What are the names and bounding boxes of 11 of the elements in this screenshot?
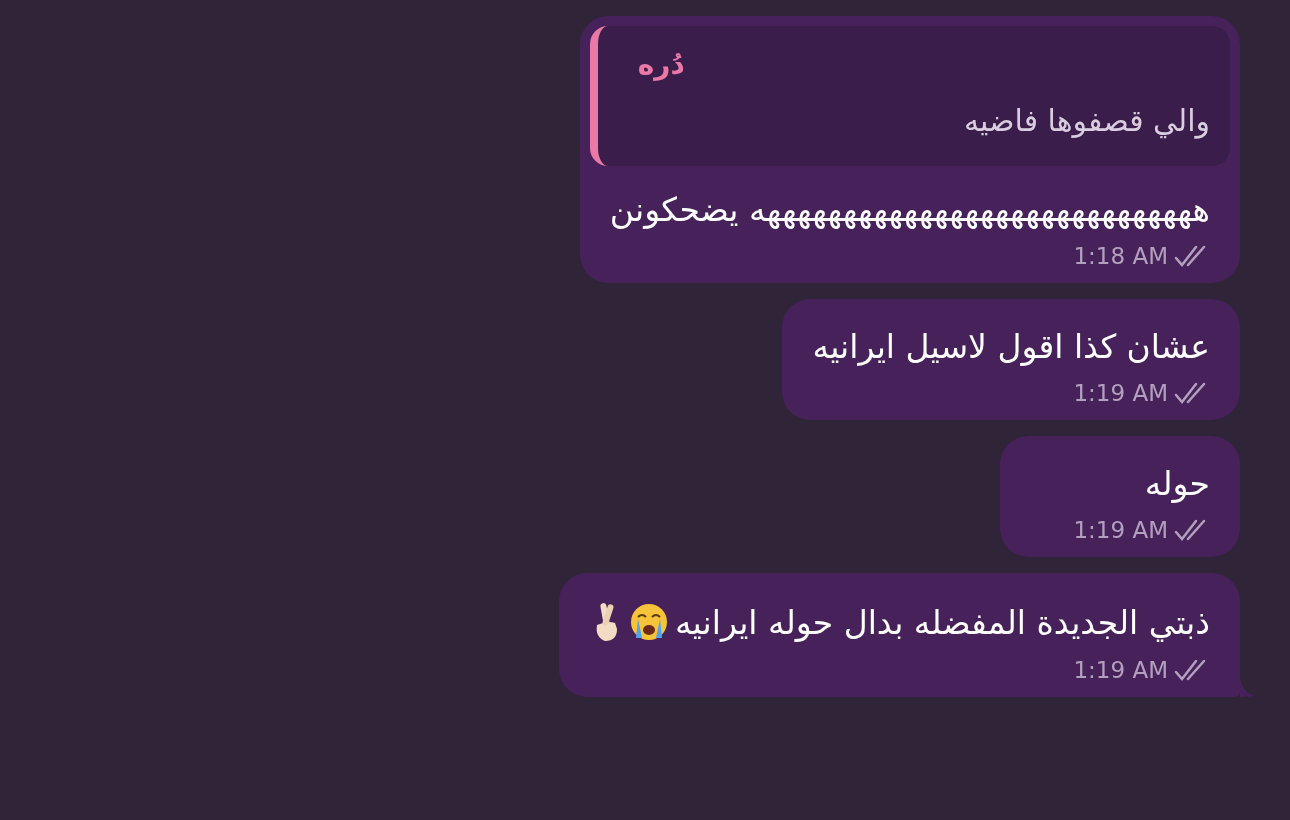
- crying-face-icon: [628, 602, 669, 642]
- message-text: ذبتي الجديدة المفضله بدال حوله ايرانيه: [674, 602, 1210, 642]
- message-time: 1:18 AM: [1073, 243, 1168, 269]
- message-time: 1:19 AM: [1073, 657, 1168, 683]
- quote-text: والي قصفوها فاضيه: [963, 103, 1210, 138]
- message-text: هههههههههههههههههههههههههههههه يضحكونن: [609, 190, 1210, 229]
- message-text: حوله: [1144, 464, 1210, 503]
- message-text: عشان كذا اقول لاسيل ايرانيه: [812, 327, 1210, 366]
- message-time: 1:19 AM: [1073, 380, 1168, 406]
- message-time: 1:19 AM: [1073, 517, 1168, 543]
- quote-author: دُره: [637, 48, 685, 81]
